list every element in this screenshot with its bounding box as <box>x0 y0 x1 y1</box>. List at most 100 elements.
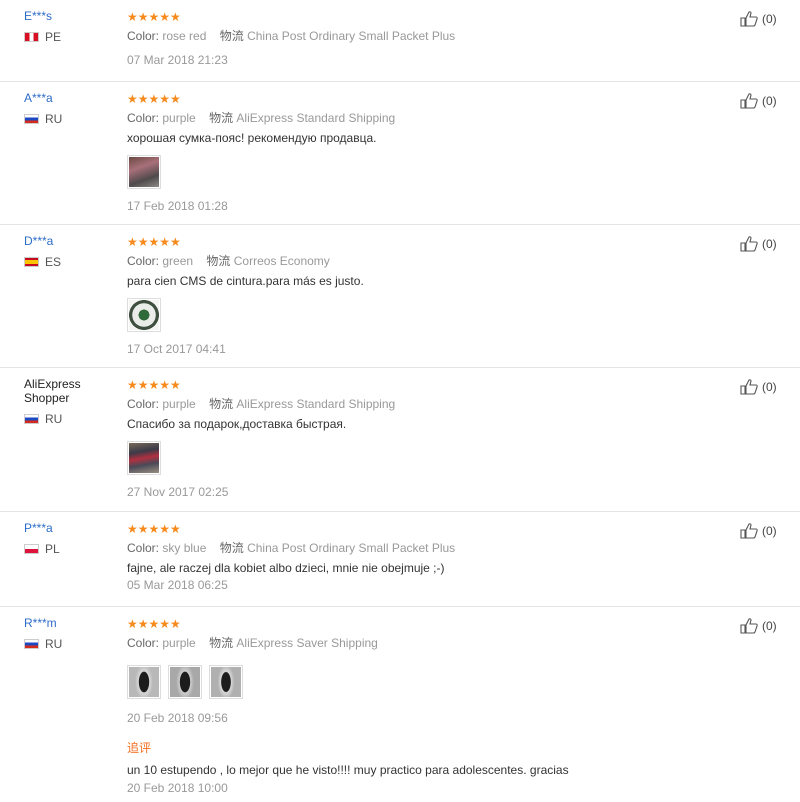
color-key: Color: <box>127 29 160 43</box>
review-photo-thumbnail[interactable] <box>168 665 202 699</box>
review-date: 27 Nov 2017 02:25 <box>127 485 229 499</box>
review-body: ★★★★★ Color: purple 物流 AliExpress Saver … <box>127 617 727 795</box>
logistics-key: 物流 <box>209 397 234 411</box>
additional-feedback: 追评 un 10 estupendo , lo mejor que he vis… <box>127 741 727 795</box>
helpful-count: (0) <box>762 380 777 394</box>
shipping-value: AliExpress Standard Shipping <box>236 397 396 411</box>
review-text: para cien CMS de cintura.para más es jus… <box>127 274 364 288</box>
star-rating: ★★★★★ <box>127 235 181 249</box>
color-value: rose red <box>162 29 207 43</box>
thumbs-up-icon <box>740 93 758 109</box>
star-rating: ★★★★★ <box>127 92 181 106</box>
star-rating: ★★★★★ <box>127 617 181 631</box>
review-photos <box>127 441 727 475</box>
review-meta: Color: sky blue 物流 China Post Ordinary S… <box>127 541 727 555</box>
photo-image <box>129 300 159 330</box>
review-item: A***a RU ★★★★★ Color: purple 物流 AliExpre… <box>0 82 800 225</box>
star-rating: ★★★★★ <box>127 378 181 392</box>
review-meta: Color: purple 物流 AliExpress Standard Shi… <box>127 111 727 125</box>
reviewer-country: RU <box>24 637 120 651</box>
logistics-key: 物流 <box>219 29 244 43</box>
reviewer-country: PL <box>24 542 120 556</box>
reviewer-name: A***a <box>24 91 53 105</box>
review-meta: Color: purple 物流 AliExpress Saver Shippi… <box>127 636 727 650</box>
helpful-button[interactable]: (0) <box>740 523 777 539</box>
review-photo-thumbnail[interactable] <box>127 441 161 475</box>
color-key: Color: <box>127 541 160 555</box>
review-photo-thumbnail[interactable] <box>127 665 161 699</box>
reviewer-country: ES <box>24 255 120 269</box>
review-body: ★★★★★ Color: rose red 物流 China Post Ordi… <box>127 10 727 67</box>
flag-pe-icon <box>24 32 39 42</box>
review-photo-thumbnail[interactable] <box>127 155 161 189</box>
reviewer-info: R***m RU <box>24 616 120 651</box>
country-code: ES <box>45 255 62 269</box>
review-photo-thumbnail[interactable] <box>127 298 161 332</box>
photo-image <box>129 157 159 187</box>
shipping-value: AliExpress Standard Shipping <box>236 111 396 125</box>
photo-image <box>129 667 159 697</box>
logistics-key: 物流 <box>209 111 234 125</box>
flag-ru-icon <box>24 639 39 649</box>
reviewer-country: RU <box>24 112 120 126</box>
reviewer-info: E***s PE <box>24 9 120 44</box>
review-body: ★★★★★ Color: purple 物流 AliExpress Standa… <box>127 92 727 213</box>
country-code: RU <box>45 112 63 126</box>
country-code: PE <box>45 30 62 44</box>
shipping-value: China Post Ordinary Small Packet Plus <box>247 541 456 555</box>
reviewer-country: PE <box>24 30 120 44</box>
review-item: AliExpress Shopper RU ★★★★★ Color: purpl… <box>0 368 800 512</box>
review-text: хорошая сумка-пояс! рекомендую продавца. <box>127 131 377 145</box>
review-text: Спасибо за подарок,доставка быстрая. <box>127 417 347 431</box>
helpful-button[interactable]: (0) <box>740 11 777 27</box>
reviewer-name: D***a <box>24 234 54 248</box>
logistics-key: 物流 <box>209 636 234 650</box>
helpful-count: (0) <box>762 524 777 538</box>
photo-image <box>129 443 159 473</box>
flag-ru-icon <box>24 414 39 424</box>
review-body: ★★★★★ Color: purple 物流 AliExpress Standa… <box>127 378 727 499</box>
reviewer-name: P***a <box>24 521 53 535</box>
additional-feedback-label: 追评 <box>127 741 152 755</box>
additional-feedback-date: 20 Feb 2018 10:00 <box>127 781 228 795</box>
flag-ru-icon <box>24 114 39 124</box>
helpful-button[interactable]: (0) <box>740 379 777 395</box>
review-photos <box>127 665 727 699</box>
reviewer-name: R***m <box>24 616 57 630</box>
color-key: Color: <box>127 397 160 411</box>
color-key: Color: <box>127 636 160 650</box>
color-value: purple <box>162 397 196 411</box>
country-code: PL <box>45 542 60 556</box>
review-meta: Color: purple 物流 AliExpress Standard Shi… <box>127 397 727 411</box>
helpful-button[interactable]: (0) <box>740 236 777 252</box>
reviewer-info: P***a PL <box>24 521 120 556</box>
logistics-key: 物流 <box>219 541 244 555</box>
review-item: R***m RU ★★★★★ Color: purple 物流 AliExpre… <box>0 607 800 802</box>
reviewer-info: AliExpress Shopper RU <box>24 377 120 426</box>
review-date: 07 Mar 2018 21:23 <box>127 53 228 67</box>
review-body: ★★★★★ Color: green 物流 Correos Economy pa… <box>127 235 727 356</box>
thumbs-up-icon <box>740 523 758 539</box>
helpful-count: (0) <box>762 94 777 108</box>
review-photos <box>127 298 727 332</box>
thumbs-up-icon <box>740 11 758 27</box>
reviewer-name: AliExpress Shopper <box>24 377 81 405</box>
review-photo-thumbnail[interactable] <box>209 665 243 699</box>
thumbs-up-icon <box>740 379 758 395</box>
reviewer-info: A***a RU <box>24 91 120 126</box>
thumbs-up-icon <box>740 236 758 252</box>
review-date: 05 Mar 2018 06:25 <box>127 578 228 592</box>
photo-image <box>211 667 241 697</box>
review-item: D***a ES ★★★★★ Color: green 物流 Correos E… <box>0 225 800 368</box>
country-code: RU <box>45 412 63 426</box>
review-meta: Color: rose red 物流 China Post Ordinary S… <box>127 29 727 43</box>
photo-image <box>170 667 200 697</box>
helpful-button[interactable]: (0) <box>740 93 777 109</box>
reviewer-info: D***a ES <box>24 234 120 269</box>
helpful-button[interactable]: (0) <box>740 618 777 634</box>
logistics-key: 物流 <box>206 254 231 268</box>
thumbs-up-icon <box>740 618 758 634</box>
star-rating: ★★★★★ <box>127 522 181 536</box>
color-value: purple <box>162 636 196 650</box>
shipping-value: China Post Ordinary Small Packet Plus <box>247 29 456 43</box>
